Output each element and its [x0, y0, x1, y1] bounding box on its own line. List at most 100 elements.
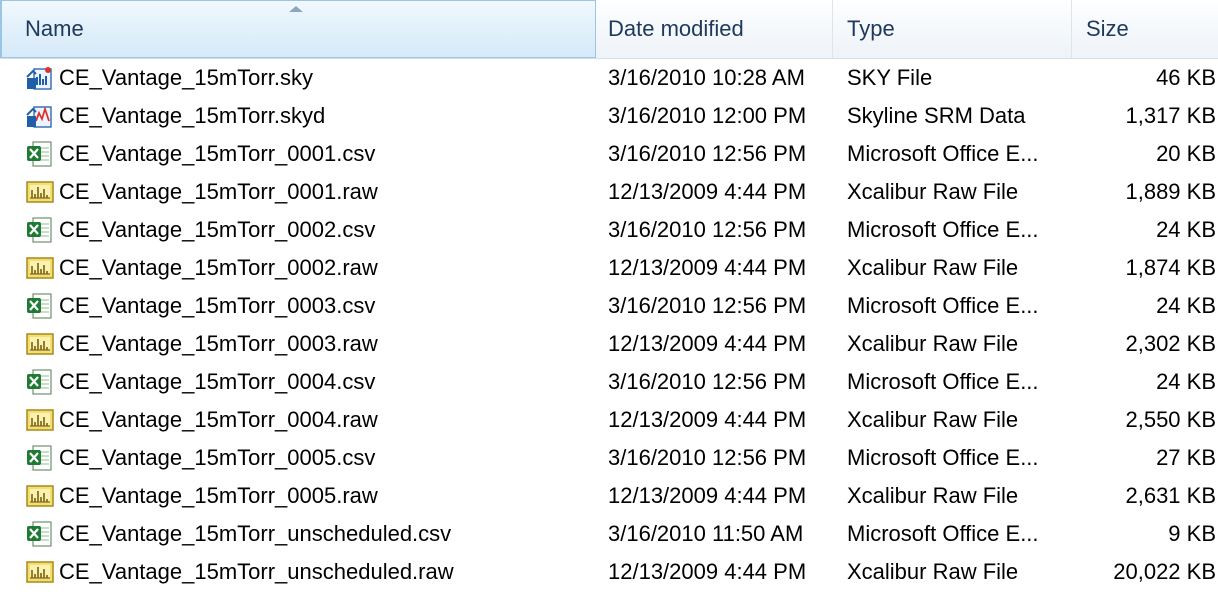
file-row[interactable]: CE_Vantage_15mTorr_0004.csv 3/16/2010 12:… — [0, 363, 1218, 401]
skyline-document-icon — [25, 63, 55, 93]
file-name: CE_Vantage_15mTorr_0001.raw — [59, 179, 378, 204]
file-row[interactable]: CE_Vantage_15mTorr_unscheduled.raw 12/13/… — [0, 553, 1218, 591]
column-header-size[interactable]: Size — [1072, 0, 1218, 58]
file-type: Xcalibur Raw File — [847, 331, 1019, 356]
file-row[interactable]: CE_Vantage_15mTorr_0002.raw 12/13/2009 4:… — [0, 249, 1218, 287]
file-date-modified: 12/13/2009 4:44 PM — [608, 179, 807, 204]
file-type: Microsoft Office E... — [847, 445, 1039, 470]
column-header-size-label: Size — [1086, 16, 1129, 41]
file-size: 1,889 KB — [1125, 179, 1216, 204]
file-row[interactable]: CE_Vantage_15mTorr_0003.raw 12/13/2009 4:… — [0, 325, 1218, 363]
file-row[interactable]: CE_Vantage_15mTorr.sky 3/16/2010 10:28 AM… — [0, 59, 1218, 97]
file-date-modified: 3/16/2010 10:28 AM — [608, 65, 805, 90]
skyline-data-icon — [25, 101, 55, 131]
file-row[interactable]: CE_Vantage_15mTorr_0005.csv 3/16/2010 12:… — [0, 439, 1218, 477]
file-name: CE_Vantage_15mTorr_0003.raw — [59, 331, 378, 356]
file-type: Xcalibur Raw File — [847, 559, 1019, 584]
file-name: CE_Vantage_15mTorr_0003.csv — [59, 293, 376, 318]
file-row[interactable]: CE_Vantage_15mTorr_0001.csv 3/16/2010 12:… — [0, 135, 1218, 173]
column-header-type[interactable]: Type — [833, 0, 1072, 58]
file-date-modified: 3/16/2010 12:56 PM — [608, 217, 807, 242]
file-date-modified: 3/16/2010 12:56 PM — [608, 293, 807, 318]
file-name-cell[interactable]: CE_Vantage_15mTorr_0004.raw — [0, 401, 596, 439]
column-header-bar: Name Date modified Type Size — [0, 0, 1218, 59]
file-row[interactable]: CE_Vantage_15mTorr_0001.raw 12/13/2009 4:… — [0, 173, 1218, 211]
file-type: Skyline SRM Data — [847, 103, 1026, 128]
file-row[interactable]: CE_Vantage_15mTorr_0005.raw 12/13/2009 4:… — [0, 477, 1218, 515]
file-size: 2,302 KB — [1125, 331, 1216, 356]
file-size: 1,874 KB — [1125, 255, 1216, 280]
file-type: Xcalibur Raw File — [847, 179, 1019, 204]
excel-csv-icon — [25, 367, 55, 397]
file-date-modified: 12/13/2009 4:44 PM — [608, 255, 807, 280]
file-date-modified: 12/13/2009 4:44 PM — [608, 559, 807, 584]
file-name: CE_Vantage_15mTorr_unscheduled.csv — [59, 521, 452, 546]
xcalibur-raw-icon — [25, 481, 55, 511]
file-type: SKY File — [847, 65, 933, 90]
file-name-cell[interactable]: CE_Vantage_15mTorr_0002.raw — [0, 249, 596, 287]
file-name-cell[interactable]: CE_Vantage_15mTorr_0005.raw — [0, 477, 596, 515]
file-name: CE_Vantage_15mTorr_0005.csv — [59, 445, 376, 470]
sort-ascending-icon — [289, 6, 303, 12]
file-date-modified: 3/16/2010 12:56 PM — [608, 141, 807, 166]
excel-csv-icon — [25, 443, 55, 473]
file-type: Xcalibur Raw File — [847, 407, 1019, 432]
file-name-cell[interactable]: CE_Vantage_15mTorr_0004.csv — [0, 363, 596, 401]
column-header-type-label: Type — [847, 16, 895, 41]
file-name-cell[interactable]: CE_Vantage_15mTorr_0001.csv — [0, 135, 596, 173]
xcalibur-raw-icon — [25, 177, 55, 207]
file-size: 2,631 KB — [1125, 483, 1216, 508]
file-name: CE_Vantage_15mTorr_0004.raw — [59, 407, 378, 432]
column-header-name-label: Name — [25, 16, 84, 41]
file-type: Microsoft Office E... — [847, 369, 1039, 394]
file-name-cell[interactable]: CE_Vantage_15mTorr_unscheduled.csv — [0, 515, 596, 553]
file-name: CE_Vantage_15mTorr_unscheduled.raw — [59, 559, 454, 584]
file-date-modified: 3/16/2010 11:50 AM — [608, 521, 804, 546]
file-name: CE_Vantage_15mTorr_0005.raw — [59, 483, 378, 508]
file-name-cell[interactable]: CE_Vantage_15mTorr_0005.csv — [0, 439, 596, 477]
file-size: 1,317 KB — [1125, 103, 1216, 128]
file-name: CE_Vantage_15mTorr.skyd — [59, 103, 326, 128]
excel-csv-icon — [25, 291, 55, 321]
file-name-cell[interactable]: CE_Vantage_15mTorr_0002.csv — [0, 211, 596, 249]
file-name-cell[interactable]: CE_Vantage_15mTorr_0003.raw — [0, 325, 596, 363]
file-name-cell[interactable]: CE_Vantage_15mTorr_0003.csv — [0, 287, 596, 325]
file-name-cell[interactable]: CE_Vantage_15mTorr_0001.raw — [0, 173, 596, 211]
file-date-modified: 3/16/2010 12:00 PM — [608, 103, 807, 128]
file-size: 24 KB — [1156, 217, 1216, 242]
file-name: CE_Vantage_15mTorr.sky — [59, 65, 313, 90]
column-header-date-label: Date modified — [608, 16, 744, 41]
xcalibur-raw-icon — [25, 253, 55, 283]
file-type: Xcalibur Raw File — [847, 255, 1019, 280]
file-size: 2,550 KB — [1125, 407, 1216, 432]
file-list-view: Name Date modified Type Size CE_Vantage_… — [0, 0, 1218, 598]
file-name-cell[interactable]: CE_Vantage_15mTorr.skyd — [0, 97, 596, 135]
file-name-cell[interactable]: CE_Vantage_15mTorr.sky — [0, 59, 596, 97]
file-row[interactable]: CE_Vantage_15mTorr.skyd 3/16/2010 12:00 P… — [0, 97, 1218, 135]
file-type: Microsoft Office E... — [847, 217, 1039, 242]
file-size: 24 KB — [1156, 293, 1216, 318]
column-header-date-modified[interactable]: Date modified — [596, 0, 833, 58]
file-date-modified: 3/16/2010 12:56 PM — [608, 445, 807, 470]
file-row[interactable]: CE_Vantage_15mTorr_0002.csv 3/16/2010 12:… — [0, 211, 1218, 249]
file-date-modified: 12/13/2009 4:44 PM — [608, 483, 807, 508]
file-name-cell[interactable]: CE_Vantage_15mTorr_unscheduled.raw — [0, 553, 596, 591]
file-type: Microsoft Office E... — [847, 293, 1039, 318]
file-date-modified: 3/16/2010 12:56 PM — [608, 369, 807, 394]
file-row[interactable]: CE_Vantage_15mTorr_unscheduled.csv 3/16/2… — [0, 515, 1218, 553]
file-size: 46 KB — [1156, 65, 1216, 90]
file-size: 9 KB — [1168, 521, 1216, 546]
xcalibur-raw-icon — [25, 557, 55, 587]
file-row[interactable]: CE_Vantage_15mTorr_0003.csv 3/16/2010 12:… — [0, 287, 1218, 325]
file-size: 20 KB — [1156, 141, 1216, 166]
file-date-modified: 12/13/2009 4:44 PM — [608, 407, 807, 432]
xcalibur-raw-icon — [25, 405, 55, 435]
file-date-modified: 12/13/2009 4:44 PM — [608, 331, 807, 356]
column-header-name[interactable]: Name — [0, 0, 596, 58]
file-name: CE_Vantage_15mTorr_0001.csv — [59, 141, 376, 166]
file-type: Microsoft Office E... — [847, 521, 1039, 546]
xcalibur-raw-icon — [25, 329, 55, 359]
file-size: 20,022 KB — [1113, 559, 1216, 584]
file-type: Microsoft Office E... — [847, 141, 1039, 166]
file-row[interactable]: CE_Vantage_15mTorr_0004.raw 12/13/2009 4:… — [0, 401, 1218, 439]
